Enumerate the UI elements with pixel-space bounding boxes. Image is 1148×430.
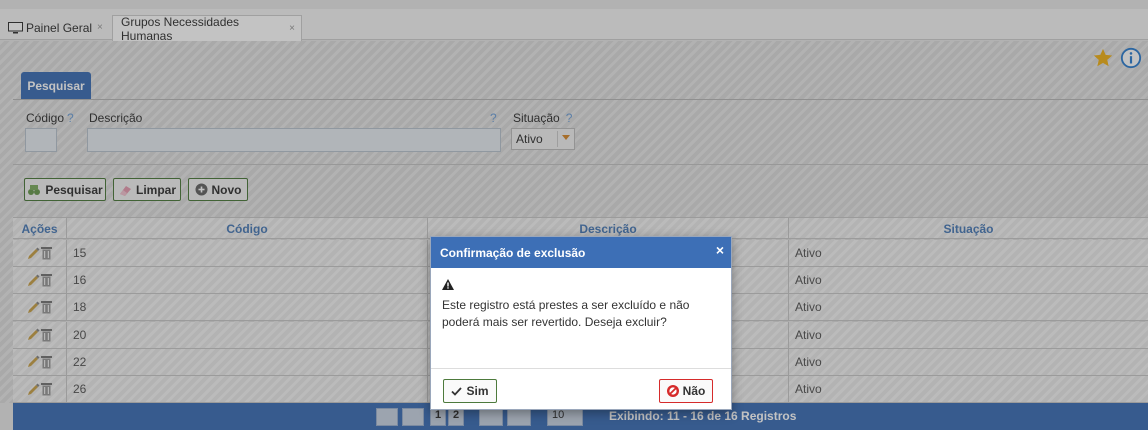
button-label: Sim	[466, 384, 489, 398]
dialog-title: Confirmação de exclusão	[440, 245, 586, 260]
dialog-header: Confirmação de exclusão ×	[431, 237, 731, 268]
ban-icon	[666, 385, 679, 397]
confirm-yes-button[interactable]: Sim	[443, 379, 497, 403]
close-icon[interactable]: ×	[716, 242, 724, 258]
dialog-body: Este registro está prestes a ser excluíd…	[431, 268, 731, 331]
divider	[431, 368, 731, 369]
dialog-message: Este registro está prestes a ser excluíd…	[442, 298, 690, 329]
confirm-no-button[interactable]: Não	[659, 379, 713, 403]
button-label: Não	[682, 384, 706, 398]
check-icon	[451, 386, 463, 396]
warning-icon	[442, 279, 454, 290]
delete-confirmation-dialog: Confirmação de exclusão × Este registro …	[430, 236, 732, 410]
